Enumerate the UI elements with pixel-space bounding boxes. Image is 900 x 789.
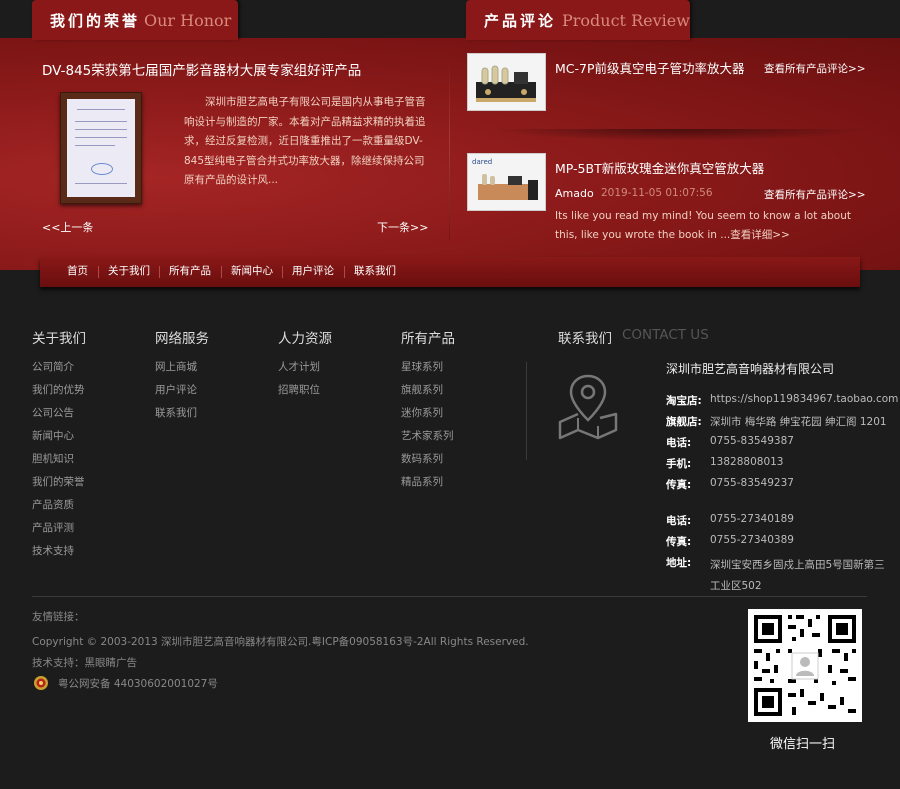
cert-line <box>75 121 127 122</box>
review-tab-title: 产品评论 <box>484 12 557 30</box>
review-tab-subtitle: Product Review <box>562 11 690 30</box>
section-divider <box>449 50 450 240</box>
all-reviews-link[interactable]: 查看所有产品评论>> <box>764 187 866 202</box>
copyright: Copyright © 2003-2013 深圳市胆艺高音响器材有限公司.粤IC… <box>32 636 529 648</box>
cert-line <box>75 145 115 146</box>
nav-divider <box>98 266 99 278</box>
contact-label: 淘宝店: <box>666 395 702 407</box>
next-link[interactable]: 下一条>> <box>377 219 428 235</box>
footer-col-title: 关于我们 <box>32 331 86 347</box>
brand-logo: dared <box>472 158 492 166</box>
contact-value: 0755-83549387 <box>710 435 794 447</box>
main-nav: 首页 关于我们 所有产品 新闻中心 用户评论 联系我们 <box>40 257 860 287</box>
nav-home[interactable]: 首页 <box>67 257 88 287</box>
footer-link[interactable]: 迷你系列 <box>401 405 443 420</box>
footer-col-title: 人力资源 <box>278 331 332 347</box>
footer-link[interactable]: 人才计划 <box>278 359 320 374</box>
footer-link[interactable]: 新闻中心 <box>32 428 74 443</box>
nav-about[interactable]: 关于我们 <box>108 257 150 287</box>
contact-value: 0755-27340389 <box>710 534 794 546</box>
cert-line <box>75 129 127 130</box>
contact-value: 0755-83549237 <box>710 477 794 489</box>
honor-headline[interactable]: DV-845荣获第七届国产影音器材大展专家组好评产品 <box>42 59 361 79</box>
contact-value: 13828808013 <box>710 456 784 468</box>
contact-label: 传真: <box>666 536 692 548</box>
cert-line <box>77 109 125 110</box>
wechat-qr-code <box>748 609 862 722</box>
footer-link[interactable]: 用户评论 <box>155 382 197 397</box>
product-image-mp5bt[interactable]: dared <box>467 153 546 211</box>
honor-description: 深圳市胆艺高电子有限公司是国内从事电子管音响设计与制造的厂家。本着对产品精益求精… <box>184 96 426 186</box>
footer-link[interactable]: 星球系列 <box>401 359 443 374</box>
contact-label: 电话: <box>666 515 692 527</box>
contact-value: 深圳宝安西乡固戍上高田5号国新第三工业区502 <box>710 559 885 592</box>
honor-tab-subtitle: Our Honor <box>144 11 232 30</box>
contact-label: 地址: <box>666 557 692 569</box>
footer-link[interactable]: 数码系列 <box>401 451 443 466</box>
nav-divider <box>344 266 345 278</box>
review-tab[interactable]: 产品评论 Product Review <box>466 0 690 40</box>
amplifier-illustration: dared <box>472 158 538 200</box>
footer-link[interactable]: 招聘职位 <box>278 382 320 397</box>
contact-value: 0755-27340189 <box>710 513 794 525</box>
contact-label: 电话: <box>666 437 692 449</box>
product-image-mc7p[interactable] <box>467 53 546 111</box>
cert-stamp <box>91 163 113 175</box>
footer-link[interactable]: 公司简介 <box>32 359 74 374</box>
footer-link[interactable]: 胆机知识 <box>32 451 74 466</box>
review-date: 2019-11-05 01:07:56 <box>601 187 713 199</box>
contact-value[interactable]: https://shop119834967.taobao.com <box>710 393 898 405</box>
police-badge-icon <box>34 676 48 690</box>
friend-links: 友情链接： <box>32 611 85 623</box>
footer-link[interactable]: 我们的优势 <box>32 382 85 397</box>
footer-link[interactable]: 艺术家系列 <box>401 428 454 443</box>
qr-code-icon <box>754 615 856 716</box>
contact-title-en: CONTACT US <box>622 327 709 343</box>
footer-divider <box>526 362 527 460</box>
footer-link[interactable]: 精品系列 <box>401 474 443 489</box>
amplifier-illustration <box>476 65 536 102</box>
review-title[interactable]: MC-7P前级真空电子管功率放大器 <box>555 58 745 77</box>
footer-col-title: 所有产品 <box>401 331 455 347</box>
certificate-paper <box>67 99 135 197</box>
nav-divider <box>221 266 222 278</box>
contact-value: 深圳市 梅华路 绅宝花园 绅汇阁 1201 <box>710 416 887 428</box>
company-name: 深圳市胆艺高音响器材有限公司 <box>666 362 835 376</box>
all-reviews-link[interactable]: 查看所有产品评论>> <box>764 61 866 76</box>
footer-link[interactable]: 产品评测 <box>32 520 74 535</box>
nav-contact[interactable]: 联系我们 <box>354 257 396 287</box>
review-author: Amado <box>555 187 594 200</box>
review-excerpt: Its like you read my mind! You seem to k… <box>555 210 851 241</box>
cert-line <box>75 137 127 138</box>
review-title[interactable]: MP-5BT新版玫瑰金迷你真空管放大器 <box>555 158 764 177</box>
cert-line <box>75 183 127 184</box>
nav-products[interactable]: 所有产品 <box>169 257 211 287</box>
footer-link[interactable]: 产品资质 <box>32 497 74 512</box>
honor-tab-title: 我们的荣誉 <box>50 12 141 30</box>
footer-col-title: 网络服务 <box>155 331 209 347</box>
tech-support[interactable]: 技术支持：黑眼睛广告 <box>32 655 137 670</box>
contact-label: 手机: <box>666 458 692 470</box>
footer-link[interactable]: 技术支持 <box>32 543 74 558</box>
footer-link[interactable]: 联系我们 <box>155 405 197 420</box>
certificate-image[interactable] <box>60 92 142 204</box>
police-record[interactable]: 粤公网安备 44030602001027号 <box>58 676 218 691</box>
contact-label: 旗舰店: <box>666 416 702 428</box>
nav-divider <box>282 266 283 278</box>
nav-divider <box>159 266 160 278</box>
footer-link[interactable]: 我们的荣誉 <box>32 474 85 489</box>
footer-link[interactable]: 旗舰系列 <box>401 382 443 397</box>
map-pin-icon <box>558 374 618 440</box>
contact-title: 联系我们 <box>558 331 612 347</box>
contact-label: 传真: <box>666 479 692 491</box>
prev-link[interactable]: <<上一条 <box>42 219 93 235</box>
review-separator <box>488 129 868 141</box>
nav-news[interactable]: 新闻中心 <box>231 257 273 287</box>
footer-rule <box>32 596 867 597</box>
footer-link[interactable]: 公司公告 <box>32 405 74 420</box>
nav-reviews[interactable]: 用户评论 <box>292 257 334 287</box>
footer-link[interactable]: 网上商城 <box>155 359 197 374</box>
honor-tab[interactable]: 我们的荣誉 Our Honor <box>32 0 238 40</box>
qr-label: 微信扫一扫 <box>770 737 836 752</box>
